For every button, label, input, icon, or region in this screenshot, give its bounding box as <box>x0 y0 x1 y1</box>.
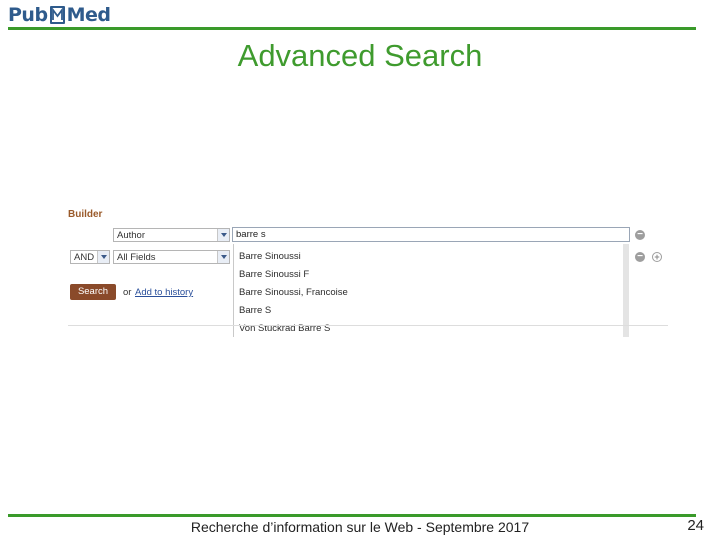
chevron-down-icon <box>217 229 229 241</box>
slide-title: Advanced Search <box>237 38 483 73</box>
page-number: 24 <box>687 517 704 534</box>
builder-label: Builder <box>68 209 103 220</box>
autocomplete-item[interactable]: Barre Sinoussi F <box>239 269 309 280</box>
book-icon <box>49 6 65 24</box>
operator-select[interactable]: AND <box>70 250 110 264</box>
field-select-row2-value: All Fields <box>117 252 156 263</box>
top-divider <box>8 27 696 30</box>
advanced-search-builder: Builder Author barre s − AND All Fields … <box>68 207 670 337</box>
search-button[interactable]: Search <box>70 284 116 300</box>
remove-row-icon[interactable]: − <box>635 230 645 240</box>
operator-select-value: AND <box>74 252 95 263</box>
bottom-divider <box>8 514 696 517</box>
logo-text-pub: Pub <box>8 4 48 26</box>
search-term-input[interactable]: barre s <box>232 227 630 242</box>
footer-text: Recherche d’information sur le Web - Sep… <box>190 519 530 535</box>
autocomplete-item[interactable]: Barre Sinoussi, Francoise <box>239 287 348 298</box>
chevron-down-icon <box>97 251 109 263</box>
autocomplete-item[interactable]: Barre S <box>239 305 271 316</box>
autocomplete-scrollbar[interactable] <box>623 244 629 337</box>
field-select-row2[interactable]: All Fields <box>113 250 230 264</box>
chevron-down-icon <box>217 251 229 263</box>
remove-row-icon[interactable]: − <box>635 252 645 262</box>
field-select-row1-value: Author <box>117 230 145 241</box>
or-text: or <box>123 287 132 298</box>
search-term-value: barre s <box>236 229 266 240</box>
logo-text-med: Med <box>66 4 111 26</box>
add-to-history-link[interactable]: Add to history <box>135 287 193 298</box>
section-divider <box>68 325 668 326</box>
autocomplete-item[interactable]: Barre Sinoussi <box>239 251 301 262</box>
field-select-row1[interactable]: Author <box>113 228 230 242</box>
add-row-icon[interactable]: + <box>652 252 662 262</box>
autocomplete-list: Barre Sinoussi Barre Sinoussi F Barre Si… <box>233 244 629 337</box>
pubmed-logo: Pub Med <box>8 4 111 26</box>
